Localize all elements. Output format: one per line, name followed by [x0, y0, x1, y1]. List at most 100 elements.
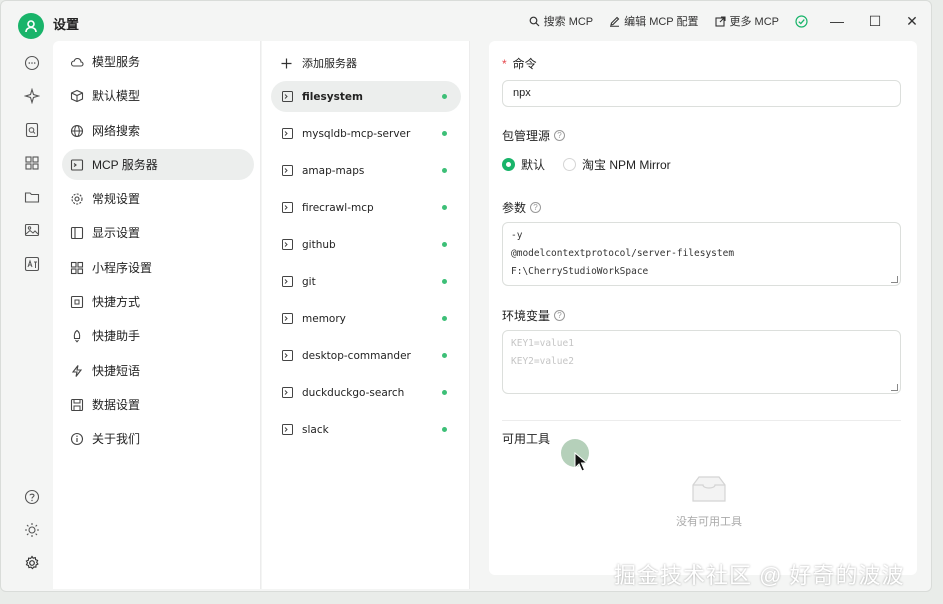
- status-ok-icon: [795, 14, 808, 28]
- nav-item-label: 常规设置: [92, 192, 141, 206]
- cloud-icon: [70, 57, 84, 67]
- resize-handle-icon[interactable]: [891, 276, 898, 283]
- server-item-memory[interactable]: memory: [271, 303, 461, 334]
- server-status-dot: [442, 94, 447, 99]
- help-circle-icon[interactable]: ?: [530, 202, 542, 213]
- server-status-dot: [442, 427, 447, 432]
- cube-icon: [70, 89, 84, 102]
- minimize-button[interactable]: —: [827, 11, 847, 31]
- package-manager-label-text: 包管理源: [502, 129, 551, 143]
- radio-default-label: 默认: [521, 158, 546, 172]
- server-item-desktop-commander[interactable]: desktop-commander: [271, 340, 461, 371]
- chat-icon[interactable]: [22, 53, 42, 73]
- server-status-dot: [442, 353, 447, 358]
- server-item-github[interactable]: github: [271, 229, 461, 260]
- globe-icon: [70, 124, 84, 137]
- env-placeholder-line: KEY2=value2: [511, 356, 574, 367]
- terminal-icon: [282, 424, 293, 435]
- terminal-icon: [282, 128, 293, 139]
- required-marker: *: [502, 56, 507, 71]
- display-icon: [70, 226, 84, 239]
- section-divider: [502, 420, 901, 421]
- image-icon[interactable]: [22, 220, 42, 240]
- nav-item-model-service[interactable]: 模型服务: [62, 46, 254, 77]
- tools-label: 可用工具: [502, 432, 551, 446]
- rocket-icon: [73, 329, 81, 343]
- env-label-text: 环境变量: [502, 309, 551, 323]
- server-name: filesystem: [302, 90, 363, 103]
- icon-sidebar: [13, 45, 51, 585]
- server-item-git[interactable]: git: [271, 266, 461, 297]
- args-line: F:\CherryStudioWorkSpace: [511, 266, 649, 277]
- terminal-icon: [282, 202, 293, 213]
- nav-item-about[interactable]: 关于我们: [62, 423, 254, 454]
- radio-default[interactable]: 默认: [502, 156, 545, 173]
- nav-item-quick-phrases[interactable]: 快捷短语: [62, 355, 254, 386]
- nav-item-label: 默认模型: [92, 89, 141, 103]
- document-search-icon[interactable]: [22, 120, 42, 140]
- search-mcp-button[interactable]: 搜索 MCP: [529, 13, 593, 29]
- nav-item-mini-apps[interactable]: 小程序设置: [62, 252, 254, 283]
- env-label: 环境变量 ?: [502, 307, 566, 324]
- server-item-mysqldb[interactable]: mysqldb-mcp-server: [271, 118, 461, 149]
- args-textarea[interactable]: -y @modelcontextprotocol/server-filesyst…: [502, 222, 901, 286]
- nav-item-data[interactable]: 数据设置: [62, 389, 254, 420]
- nav-item-shortcuts[interactable]: 快捷方式: [62, 286, 254, 317]
- nav-item-display[interactable]: 显示设置: [62, 217, 254, 248]
- edit-mcp-config-button[interactable]: 编辑 MCP 配置: [609, 13, 699, 29]
- nav-item-label: 数据设置: [92, 398, 141, 412]
- help-icon[interactable]: [22, 487, 42, 507]
- nav-item-label: 小程序设置: [92, 261, 153, 275]
- nav-item-default-model[interactable]: 默认模型: [62, 80, 254, 111]
- terminal-icon: [70, 158, 84, 171]
- mcp-server-list: 添加服务器 filesystem mysqldb-mcp-server amap…: [262, 41, 470, 589]
- maximize-button[interactable]: ☐: [865, 11, 885, 31]
- gear-icon: [71, 192, 83, 205]
- server-name: git: [302, 275, 316, 288]
- terminal-icon: [282, 91, 293, 102]
- edit-icon: [610, 16, 620, 27]
- add-server-button[interactable]: 添加服务器: [281, 53, 357, 73]
- terminal-icon: [282, 276, 293, 287]
- grid-icon: [70, 261, 84, 274]
- more-mcp-button[interactable]: 更多 MCP: [714, 13, 779, 29]
- translate-icon[interactable]: [22, 254, 42, 274]
- server-item-duckduckgo[interactable]: duckduckgo-search: [271, 377, 461, 408]
- page-title: 设置: [53, 17, 80, 32]
- zap-icon: [71, 364, 83, 377]
- env-textarea[interactable]: KEY1=value1 KEY2=value2: [502, 330, 901, 394]
- watermark: 掘金技术社区 @ 好奇的波波: [614, 563, 905, 588]
- help-circle-icon[interactable]: ?: [554, 310, 566, 321]
- terminal-icon: [282, 239, 293, 250]
- server-name: amap-maps: [302, 164, 365, 177]
- help-circle-icon[interactable]: ?: [554, 130, 566, 141]
- nav-item-quick-assistant[interactable]: 快捷助手: [62, 320, 254, 351]
- nav-item-general[interactable]: 常规设置: [62, 183, 254, 214]
- theme-sun-icon[interactable]: [22, 520, 42, 540]
- sparkle-icon[interactable]: [22, 86, 42, 106]
- package-manager-label: 包管理源 ?: [502, 127, 566, 144]
- terminal-icon: [282, 350, 293, 361]
- settings-nav: 模型服务 默认模型 网络搜索 MCP 服务器 常规设置 显示设置 小程序设置 快…: [53, 41, 261, 589]
- nav-item-label: 模型服务: [92, 55, 141, 69]
- resize-handle-icon[interactable]: [891, 384, 898, 391]
- close-button[interactable]: ✕: [902, 11, 922, 31]
- server-status-dot: [442, 242, 447, 247]
- nav-item-label: 快捷助手: [92, 329, 141, 343]
- nav-item-mcp-servers[interactable]: MCP 服务器: [62, 149, 254, 180]
- settings-gear-icon[interactable]: [22, 553, 42, 573]
- nav-item-web-search[interactable]: 网络搜索: [62, 115, 254, 146]
- folder-icon[interactable]: [22, 187, 42, 207]
- command-label-text: 命令: [512, 57, 537, 71]
- apps-grid-icon[interactable]: [22, 153, 42, 173]
- command-input[interactable]: npx: [502, 80, 901, 107]
- server-item-firecrawl[interactable]: firecrawl-mcp: [271, 192, 461, 223]
- server-name: memory: [302, 312, 346, 325]
- external-link-icon: [714, 15, 726, 27]
- radio-taobao-mirror[interactable]: 淘宝 NPM Mirror: [563, 156, 671, 173]
- terminal-icon: [282, 165, 293, 176]
- server-item-filesystem[interactable]: filesystem: [271, 81, 461, 112]
- server-item-amap-maps[interactable]: amap-maps: [271, 155, 461, 186]
- server-item-slack[interactable]: slack: [271, 414, 461, 445]
- server-name: firecrawl-mcp: [302, 201, 374, 214]
